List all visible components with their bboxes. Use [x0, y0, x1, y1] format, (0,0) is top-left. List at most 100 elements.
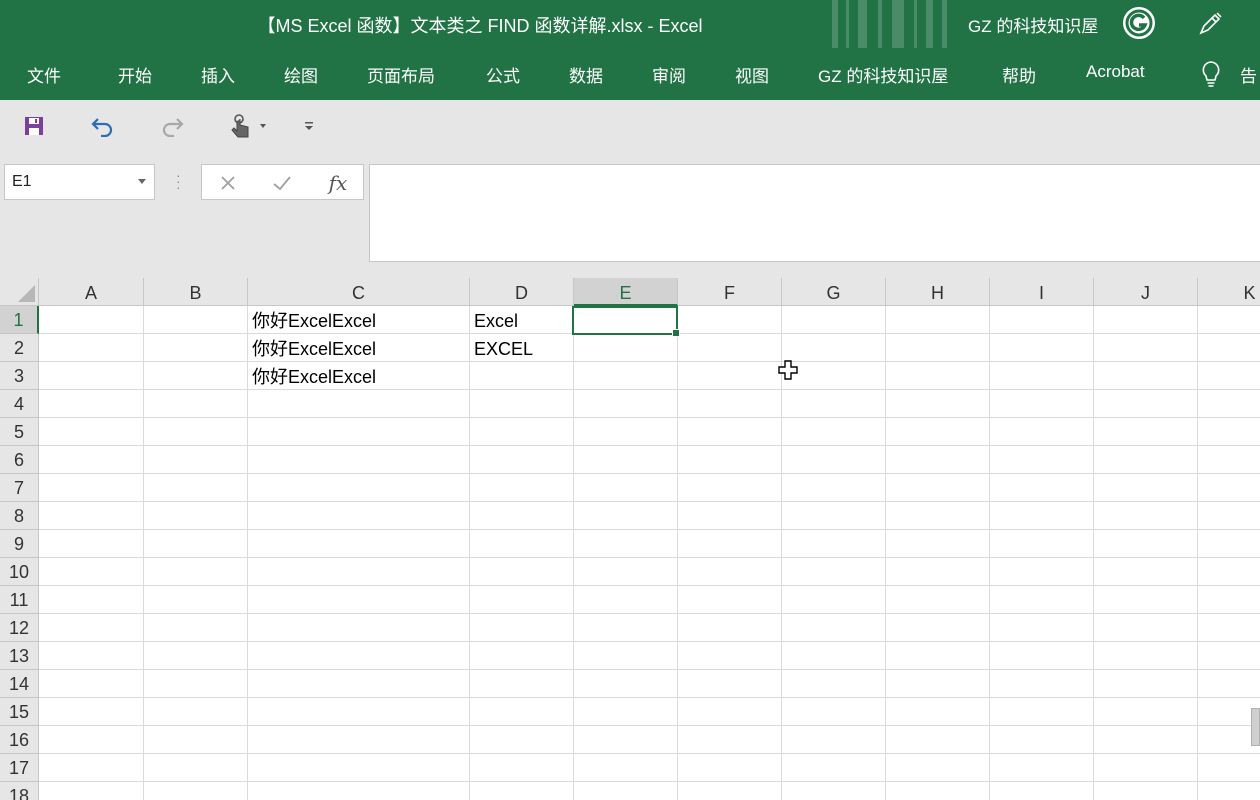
save-button[interactable]	[20, 112, 48, 140]
column-header-e[interactable]: E	[574, 278, 678, 306]
row-header-4[interactable]: 4	[0, 390, 39, 418]
gridline	[39, 697, 1260, 698]
touch-mode-icon	[231, 114, 249, 138]
tab-page-layout[interactable]: 页面布局	[367, 62, 435, 87]
gridline	[39, 529, 1260, 530]
customize-toolbar-button[interactable]	[300, 112, 318, 140]
gridline	[39, 669, 1260, 670]
worksheet-grid[interactable]: A B C D E F G H I J K 1 2 3 4 5 6 7 8 9 …	[0, 278, 1260, 800]
gridline	[39, 389, 1260, 390]
horizontal-scroll-handle[interactable]	[1251, 708, 1260, 746]
gridline	[39, 557, 1260, 558]
enter-button[interactable]	[270, 171, 294, 195]
column-header-c[interactable]: C	[248, 278, 470, 306]
checkmark-icon	[273, 176, 291, 191]
tab-home[interactable]: 开始	[118, 62, 152, 87]
select-all-triangle-icon	[18, 285, 35, 302]
tab-data[interactable]: 数据	[569, 62, 603, 87]
column-header-f[interactable]: F	[678, 278, 782, 306]
lightbulb-icon[interactable]	[1200, 60, 1222, 88]
tab-review[interactable]: 审阅	[652, 62, 686, 87]
undo-icon	[91, 118, 113, 137]
tab-formulas[interactable]: 公式	[486, 62, 520, 87]
column-header-g[interactable]: G	[782, 278, 886, 306]
tab-draw[interactable]: 绘图	[284, 62, 318, 87]
cell-c2[interactable]: 你好ExcelExcel	[248, 334, 469, 362]
redo-icon	[162, 118, 184, 137]
cell-c1[interactable]: 你好ExcelExcel	[248, 306, 469, 334]
tab-insert[interactable]: 插入	[201, 62, 235, 87]
window-title: 【MS Excel 函数】文本类之 FIND 函数详解.xlsx - Excel	[257, 16, 703, 36]
tab-view[interactable]: 视图	[735, 62, 769, 87]
title-bar: 【MS Excel 函数】文本类之 FIND 函数详解.xlsx - Excel…	[0, 0, 1260, 48]
draw-pen-icon[interactable]	[1196, 10, 1224, 38]
formula-buttons: fx	[201, 164, 364, 200]
row-header-16[interactable]: 16	[0, 726, 39, 754]
insert-function-button[interactable]: fx	[324, 171, 352, 195]
gridline	[39, 501, 1260, 502]
row-header-13[interactable]: 13	[0, 642, 39, 670]
name-box-value: E1	[12, 173, 32, 190]
cancel-button[interactable]	[216, 171, 240, 195]
row-header-1[interactable]: 1	[0, 306, 39, 334]
row-header-8[interactable]: 8	[0, 502, 39, 530]
gridline	[39, 753, 1260, 754]
name-box[interactable]: E1	[4, 164, 155, 200]
column-header-a[interactable]: A	[39, 278, 144, 306]
gridline	[39, 473, 1260, 474]
tab-gz-custom[interactable]: GZ 的科技知识屋	[818, 62, 948, 87]
tab-file[interactable]: 文件	[27, 62, 61, 87]
close-icon	[221, 176, 235, 190]
select-all-button[interactable]	[0, 278, 39, 306]
gridline	[39, 641, 1260, 642]
gridline	[39, 361, 1260, 362]
chevron-down-icon[interactable]	[138, 179, 146, 184]
row-header-2[interactable]: 2	[0, 334, 39, 362]
row-header-17[interactable]: 17	[0, 754, 39, 782]
cell-d2[interactable]: EXCEL	[470, 334, 573, 362]
ribbon-tabs: 文件 开始 插入 绘图 页面布局 公式 数据 审阅 视图 GZ 的科技知识屋 帮…	[0, 48, 1260, 100]
column-header-j[interactable]: J	[1094, 278, 1198, 306]
row-header-18[interactable]: 18	[0, 782, 39, 800]
cell-cursor-icon	[778, 360, 798, 380]
save-icon	[25, 117, 43, 135]
row-header-3[interactable]: 3	[0, 362, 39, 390]
account-name[interactable]: GZ 的科技知识屋	[968, 12, 1098, 37]
formula-bar-grip-icon[interactable]: · · ·	[176, 168, 181, 194]
formula-input[interactable]	[369, 164, 1260, 262]
row-header-5[interactable]: 5	[0, 418, 39, 446]
row-header-12[interactable]: 12	[0, 614, 39, 642]
column-header-b[interactable]: B	[144, 278, 248, 306]
column-header-k[interactable]: K	[1198, 278, 1260, 306]
column-header-h[interactable]: H	[886, 278, 990, 306]
row-header-10[interactable]: 10	[0, 558, 39, 586]
column-header-d[interactable]: D	[470, 278, 574, 306]
tab-help[interactable]: 帮助	[1002, 62, 1036, 87]
row-header-6[interactable]: 6	[0, 446, 39, 474]
cell-d1[interactable]: Excel	[470, 306, 573, 334]
touch-mode-button[interactable]	[222, 112, 272, 140]
row-header-9[interactable]: 9	[0, 530, 39, 558]
column-header-i[interactable]: I	[990, 278, 1094, 306]
row-header-14[interactable]: 14	[0, 670, 39, 698]
formula-bar: E1 · · · fx	[0, 154, 1260, 278]
tab-acrobat[interactable]: Acrobat	[1086, 62, 1145, 82]
row-header-15[interactable]: 15	[0, 698, 39, 726]
quick-access-toolbar	[0, 100, 1260, 154]
gridline	[39, 585, 1260, 586]
avatar[interactable]	[1121, 5, 1157, 41]
avatar-logo-icon	[1125, 9, 1153, 37]
undo-button[interactable]	[88, 112, 118, 140]
gridline	[39, 725, 1260, 726]
tab-tell-me[interactable]: 告	[1240, 62, 1257, 87]
gridline	[39, 417, 1260, 418]
redo-button[interactable]	[157, 112, 187, 140]
customize-dropdown-icon	[305, 122, 313, 130]
active-cell-e1[interactable]	[572, 306, 680, 337]
fill-handle[interactable]	[672, 329, 680, 337]
row-header-11[interactable]: 11	[0, 586, 39, 614]
row-header-7[interactable]: 7	[0, 474, 39, 502]
gridline	[39, 781, 1260, 782]
gridline	[39, 613, 1260, 614]
cell-c3[interactable]: 你好ExcelExcel	[248, 362, 469, 390]
